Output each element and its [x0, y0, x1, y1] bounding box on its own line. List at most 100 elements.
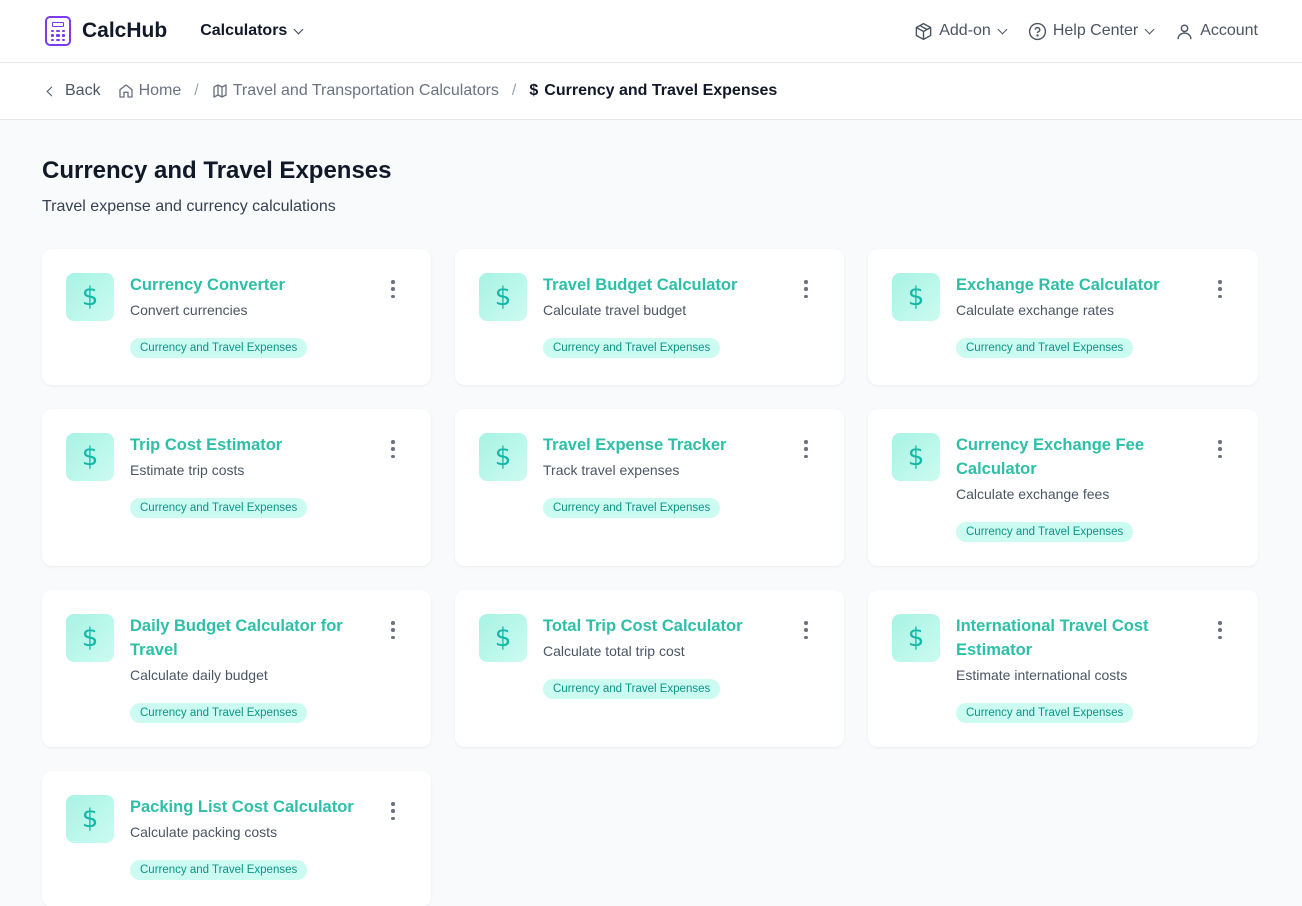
card-description: Calculate daily budget [130, 667, 268, 683]
dollar-icon: $ [66, 433, 114, 481]
more-options-icon[interactable] [1216, 440, 1224, 458]
calculator-card[interactable]: $ International Travel Cost Estimator Es… [868, 590, 1258, 747]
card-body: Total Trip Cost Calculator Calculate tot… [543, 614, 822, 723]
dollar-icon: $ [529, 82, 539, 99]
card-title[interactable]: Travel Budget Calculator [543, 273, 792, 297]
card-description: Calculate exchange rates [956, 302, 1114, 318]
calculators-menu[interactable]: Calculators [200, 22, 304, 40]
calculator-grid: $ Currency Converter Convert currencies … [42, 249, 1258, 906]
category-tag[interactable]: Currency and Travel Expenses [543, 338, 721, 358]
dollar-icon: $ [66, 273, 114, 321]
calculator-card[interactable]: $ Currency Converter Convert currencies … [42, 249, 431, 385]
breadcrumb-category-label: Travel and Transportation Calculators [232, 82, 499, 99]
addon-label: Add-on [939, 22, 991, 39]
card-body: Currency Exchange Fee Calculator Calcula… [956, 433, 1236, 542]
calculator-card[interactable]: $ Trip Cost Estimator Estimate trip cost… [42, 409, 431, 566]
back-link[interactable]: Back [45, 82, 101, 100]
card-body: Currency Converter Convert currencies Cu… [130, 273, 409, 361]
calculator-card[interactable]: $ Total Trip Cost Calculator Calculate t… [455, 590, 844, 747]
card-title[interactable]: Daily Budget Calculator for Travel [130, 614, 379, 662]
calculator-card[interactable]: $ Daily Budget Calculator for Travel Cal… [42, 590, 431, 747]
chevron-down-icon [1144, 24, 1155, 34]
more-options-icon[interactable] [802, 621, 810, 639]
chevron-left-icon [46, 86, 57, 96]
calculator-card[interactable]: $ Currency Exchange Fee Calculator Calcu… [868, 409, 1258, 566]
dollar-icon: $ [892, 273, 940, 321]
more-options-icon[interactable] [1216, 280, 1224, 298]
card-title[interactable]: Currency Exchange Fee Calculator [956, 433, 1206, 481]
breadcrumb-home-label: Home [138, 82, 182, 99]
more-options-icon[interactable] [389, 440, 397, 458]
category-tag[interactable]: Currency and Travel Expenses [130, 860, 308, 880]
card-title[interactable]: Currency Converter [130, 273, 379, 297]
category-tag[interactable]: Currency and Travel Expenses [956, 522, 1134, 542]
breadcrumb-separator: / [511, 82, 517, 99]
card-title[interactable]: Total Trip Cost Calculator [543, 614, 792, 638]
calculators-menu-label: Calculators [200, 22, 288, 39]
page-subtitle: Travel expense and currency calculations [42, 198, 336, 215]
category-tag[interactable]: Currency and Travel Expenses [130, 498, 308, 518]
breadcrumb-home[interactable]: Home [118, 82, 182, 100]
card-description: Estimate trip costs [130, 462, 245, 478]
main-content: Currency and Travel Expenses Travel expe… [0, 120, 1302, 906]
breadcrumb: Back Home / Travel and Transportation Ca… [0, 63, 1302, 120]
calculator-card[interactable]: $ Travel Expense Tracker Track travel ex… [455, 409, 844, 566]
card-body: Exchange Rate Calculator Calculate excha… [956, 273, 1236, 361]
calculator-card[interactable]: $ Exchange Rate Calculator Calculate exc… [868, 249, 1258, 385]
category-tag[interactable]: Currency and Travel Expenses [543, 679, 721, 699]
calculator-card[interactable]: $ Travel Budget Calculator Calculate tra… [455, 249, 844, 385]
card-description: Calculate exchange fees [956, 486, 1110, 502]
more-options-icon[interactable] [389, 280, 397, 298]
more-options-icon[interactable] [389, 802, 397, 820]
breadcrumb-current: $ Currency and Travel Expenses [529, 82, 777, 100]
card-body: Packing List Cost Calculator Calculate p… [130, 795, 409, 883]
more-options-icon[interactable] [802, 440, 810, 458]
page-title: Currency and Travel Expenses [42, 157, 392, 184]
card-body: Daily Budget Calculator for Travel Calcu… [130, 614, 409, 723]
category-tag[interactable]: Currency and Travel Expenses [130, 338, 308, 358]
card-title[interactable]: Packing List Cost Calculator [130, 795, 379, 819]
card-title[interactable]: Trip Cost Estimator [130, 433, 379, 457]
breadcrumb-category[interactable]: Travel and Transportation Calculators [212, 82, 499, 100]
home-icon [118, 84, 133, 98]
map-icon [213, 84, 227, 98]
addon-menu[interactable]: Add-on [914, 22, 1008, 41]
package-icon [915, 22, 932, 40]
card-body: International Travel Cost Estimator Esti… [956, 614, 1236, 723]
card-body: Travel Expense Tracker Track travel expe… [543, 433, 822, 542]
chevron-down-icon [293, 24, 304, 34]
dollar-icon: $ [66, 614, 114, 662]
user-icon [1177, 23, 1192, 39]
card-description: Track travel expenses [543, 462, 680, 478]
brand[interactable]: CalcHub [45, 16, 167, 46]
dollar-icon: $ [892, 614, 940, 662]
dollar-icon: $ [479, 614, 527, 662]
more-options-icon[interactable] [389, 621, 397, 639]
chevron-down-icon [997, 24, 1008, 34]
card-title[interactable]: International Travel Cost Estimator [956, 614, 1206, 662]
card-body: Trip Cost Estimator Estimate trip costs … [130, 433, 409, 542]
top-header: CalcHub Calculators Add-on Help Center A… [0, 0, 1302, 63]
category-tag[interactable]: Currency and Travel Expenses [130, 703, 308, 723]
card-description: Calculate travel budget [543, 302, 687, 318]
card-title[interactable]: Travel Expense Tracker [543, 433, 792, 457]
more-options-icon[interactable] [1216, 621, 1224, 639]
help-center-label: Help Center [1052, 22, 1139, 39]
header-actions: Add-on Help Center Account [892, 22, 1258, 41]
category-tag[interactable]: Currency and Travel Expenses [956, 338, 1134, 358]
category-tag[interactable]: Currency and Travel Expenses [543, 498, 721, 518]
category-tag[interactable]: Currency and Travel Expenses [956, 703, 1134, 723]
dollar-icon: $ [892, 433, 940, 481]
brand-name: CalcHub [82, 19, 168, 42]
card-description: Calculate packing costs [130, 824, 278, 840]
account-link[interactable]: Account [1175, 22, 1258, 41]
calculator-card[interactable]: $ Packing List Cost Calculator Calculate… [42, 771, 431, 906]
help-center-menu[interactable]: Help Center [1028, 22, 1155, 41]
dollar-icon: $ [479, 273, 527, 321]
calculator-logo-icon [45, 16, 71, 46]
more-options-icon[interactable] [802, 280, 810, 298]
card-title[interactable]: Exchange Rate Calculator [956, 273, 1206, 297]
card-description: Convert currencies [130, 302, 248, 318]
breadcrumb-current-label: Currency and Travel Expenses [544, 82, 778, 99]
dollar-icon: $ [66, 795, 114, 843]
